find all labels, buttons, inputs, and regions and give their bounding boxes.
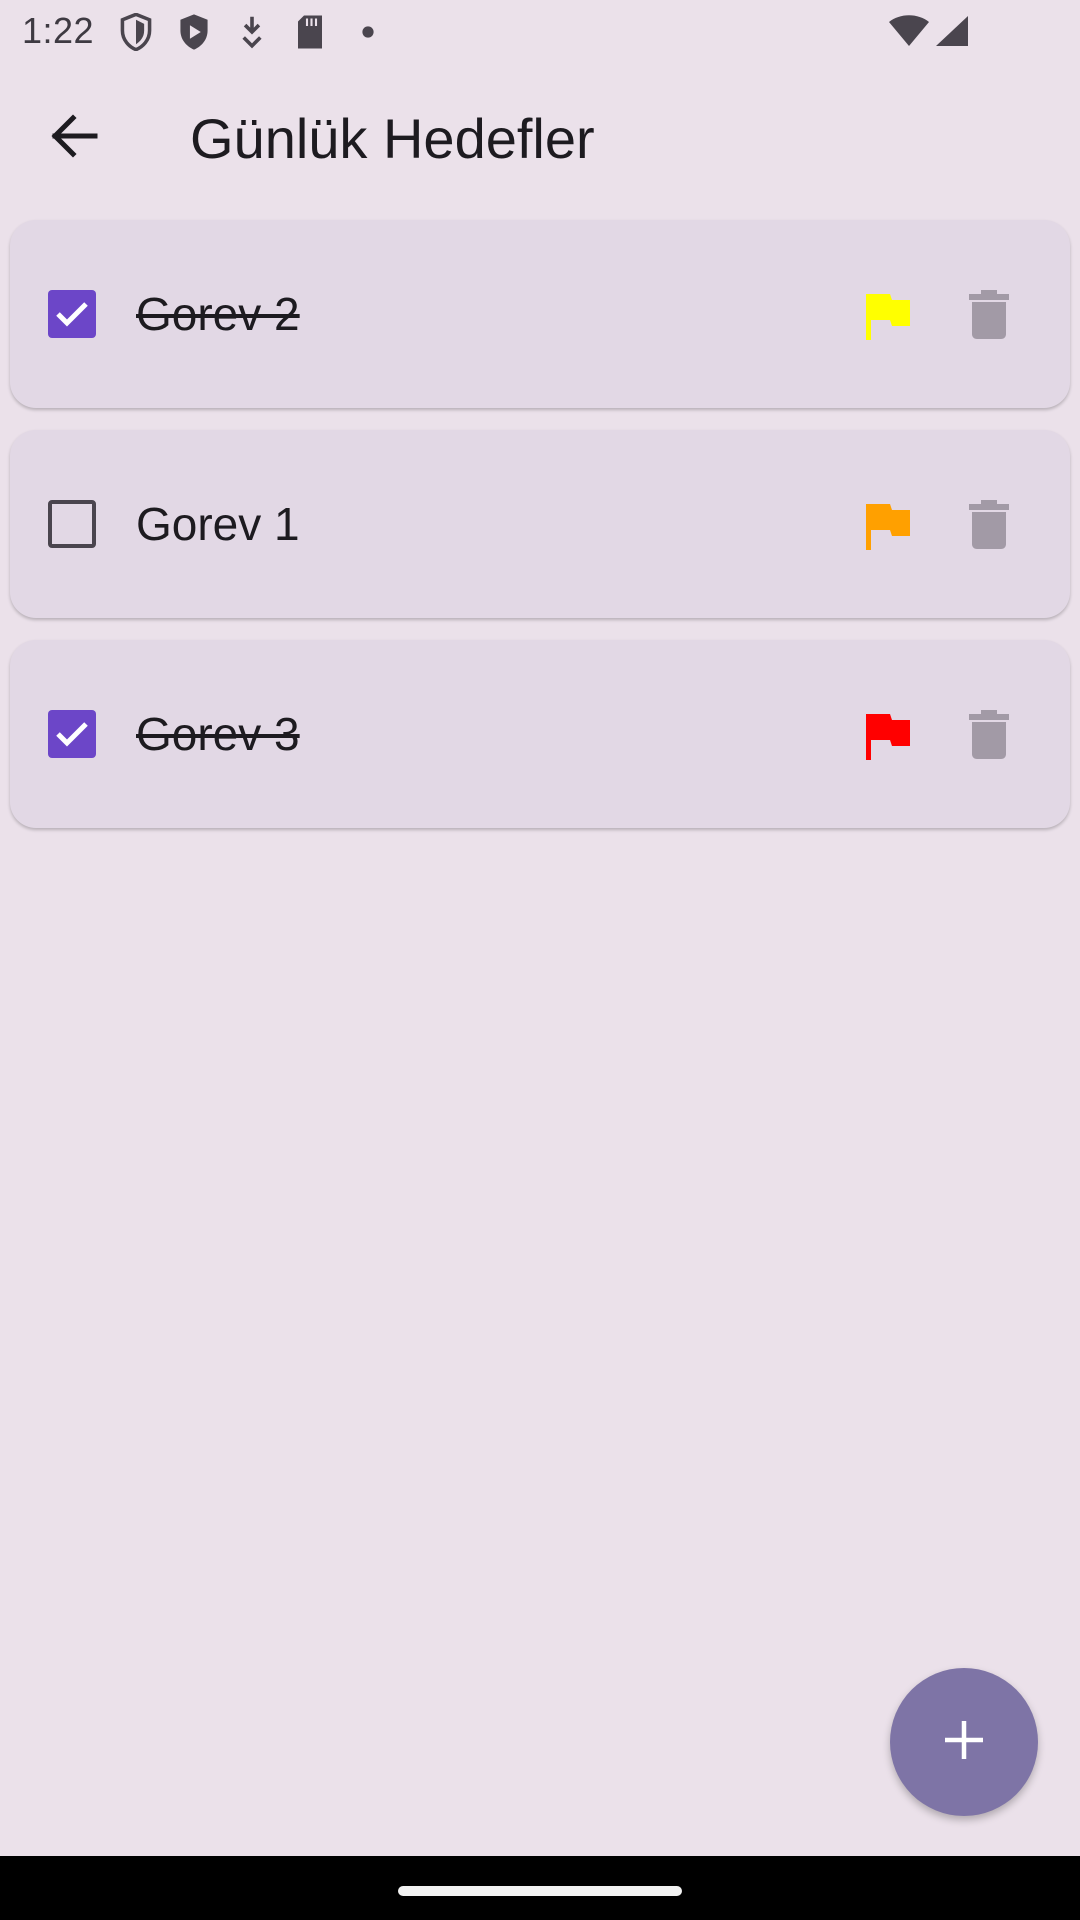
dot-icon xyxy=(350,12,386,52)
status-time: 1:22 xyxy=(22,10,95,51)
screen: 1:22 Günlük Hedefler Gorev 2 Gorev 1 Gor… xyxy=(0,0,1080,1920)
trash-icon xyxy=(969,710,1009,759)
navigation-bar xyxy=(0,1856,1080,1920)
task-title: Gorev 2 xyxy=(136,288,300,340)
task-title: Gorev 1 xyxy=(136,498,300,550)
flag-icon[interactable] xyxy=(862,290,918,342)
sd-card-icon xyxy=(292,12,328,52)
task-card[interactable]: Gorev 2 xyxy=(10,220,1070,408)
download-icon xyxy=(234,12,270,52)
add-task-button[interactable] xyxy=(890,1668,1038,1816)
check-icon xyxy=(56,722,88,747)
status-icons xyxy=(118,12,386,52)
wifi-icon xyxy=(888,14,930,53)
task-checkbox[interactable] xyxy=(48,500,96,548)
arrow-back-icon xyxy=(49,113,99,163)
check-icon xyxy=(56,302,88,327)
status-right xyxy=(888,14,970,53)
flag-icon[interactable] xyxy=(862,500,918,552)
trash-icon xyxy=(969,290,1009,339)
back-button[interactable] xyxy=(38,102,110,174)
task-title: Gorev 3 xyxy=(136,708,300,760)
shield-play-icon xyxy=(176,12,212,52)
status-bar: 1:22 xyxy=(0,0,1080,64)
delete-button[interactable] xyxy=(958,706,1020,762)
page-title: Günlük Hedefler xyxy=(190,107,595,170)
app-bar: Günlük Hedefler xyxy=(0,64,1080,204)
task-card[interactable]: Gorev 1 xyxy=(10,430,1070,618)
home-gesture-handle[interactable] xyxy=(398,1886,682,1896)
plus-icon xyxy=(943,1719,985,1766)
signal-icon xyxy=(934,14,970,53)
task-checkbox[interactable] xyxy=(48,290,96,338)
shield-outline-icon xyxy=(118,12,154,52)
delete-button[interactable] xyxy=(958,286,1020,342)
task-list: Gorev 2 Gorev 1 Gorev 3 xyxy=(10,220,1070,850)
delete-button[interactable] xyxy=(958,496,1020,552)
task-checkbox[interactable] xyxy=(48,710,96,758)
task-card[interactable]: Gorev 3 xyxy=(10,640,1070,828)
flag-icon[interactable] xyxy=(862,710,918,762)
trash-icon xyxy=(969,500,1009,549)
